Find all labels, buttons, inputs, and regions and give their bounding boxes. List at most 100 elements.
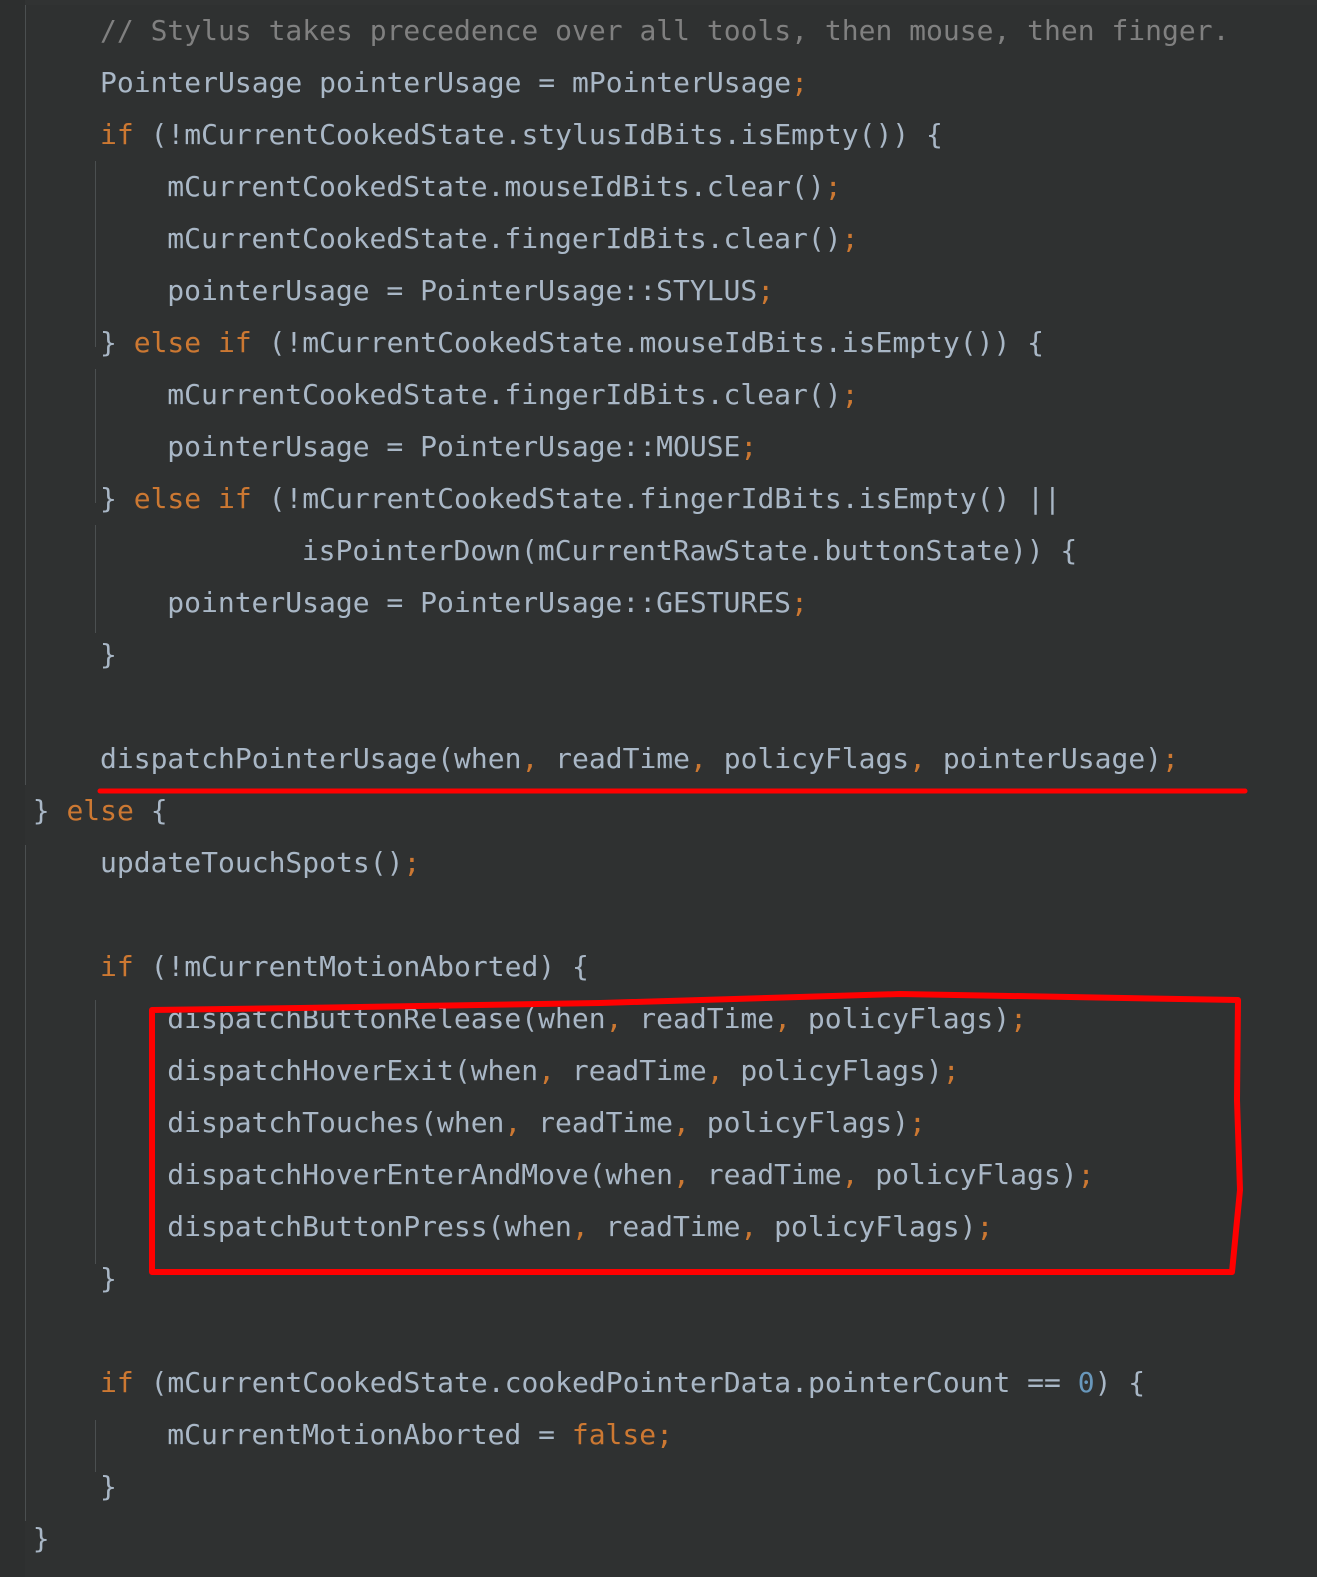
code-line[interactable] xyxy=(100,1305,117,1357)
code-token: } xyxy=(100,482,134,515)
code-token: ; xyxy=(791,586,808,619)
code-token: , xyxy=(740,1210,758,1243)
code-token: readTime xyxy=(588,1210,741,1243)
code-token: mCurrentCookedState.fingerIdBits.clear() xyxy=(167,378,842,411)
code-line[interactable]: dispatchButtonPress(when, readTime, poli… xyxy=(167,1201,993,1253)
code-token: else if xyxy=(133,326,252,359)
code-token: (!mCurrentCookedState.mouseIdBits.isEmpt… xyxy=(251,326,1045,359)
code-token: (!mCurrentCookedState.fingerIdBits.isEmp… xyxy=(251,482,1061,515)
code-line[interactable]: mCurrentCookedState.fingerIdBits.clear()… xyxy=(167,369,858,421)
code-line[interactable]: pointerUsage = PointerUsage::STYLUS; xyxy=(167,265,774,317)
indent-guide xyxy=(95,1420,96,1472)
code-line[interactable]: if (!mCurrentCookedState.stylusIdBits.is… xyxy=(100,109,943,161)
code-token: } xyxy=(100,326,134,359)
code-token: readTime xyxy=(555,1054,707,1087)
code-token: 0 xyxy=(1077,1366,1095,1399)
code-token: (!mCurrentMotionAborted) { xyxy=(133,950,589,983)
indent-guide xyxy=(25,845,26,1521)
code-token: if xyxy=(100,950,134,983)
code-token: mCurrentMotionAborted = xyxy=(167,1418,572,1451)
code-token: , xyxy=(774,1002,791,1035)
code-token: ; xyxy=(1162,742,1179,775)
code-line[interactable] xyxy=(100,681,117,733)
code-token: , xyxy=(909,742,927,775)
code-token: readTime xyxy=(538,742,691,775)
code-line[interactable]: } xyxy=(100,1253,117,1305)
code-token: , xyxy=(571,1210,589,1243)
code-line[interactable]: // Stylus takes precedence over all tool… xyxy=(100,5,1229,57)
code-line[interactable]: } else if (!mCurrentCookedState.fingerId… xyxy=(100,473,1061,525)
code-text-surface[interactable]: // Stylus takes precedence over all tool… xyxy=(0,5,1317,1577)
code-token: else if xyxy=(133,482,252,515)
code-line[interactable]: mCurrentMotionAborted = false; xyxy=(167,1409,673,1461)
code-token: } xyxy=(32,794,67,827)
code-line[interactable]: } xyxy=(100,1461,117,1513)
indent-guide xyxy=(95,1000,96,1264)
code-line[interactable]: dispatchTouches(when, readTime, policyFl… xyxy=(167,1097,926,1149)
code-token: pointerUsage = PointerUsage::STYLUS xyxy=(167,274,758,307)
code-line[interactable]: pointerUsage = PointerUsage::GESTURES; xyxy=(167,577,808,629)
code-line[interactable]: } xyxy=(100,629,117,681)
code-token: updateTouchSpots() xyxy=(100,846,404,879)
code-token: } xyxy=(100,1262,117,1295)
code-token: ; xyxy=(976,1210,994,1243)
code-token: dispatchButtonRelease(when xyxy=(167,1002,606,1035)
code-line[interactable]: updateTouchSpots(); xyxy=(100,837,420,889)
code-token: readTime xyxy=(622,1002,775,1035)
code-token: ; xyxy=(656,1418,673,1451)
code-line[interactable]: } else { xyxy=(33,785,168,837)
code-token: if xyxy=(100,1366,134,1399)
code-token: ; xyxy=(841,378,859,411)
code-line[interactable]: mCurrentCookedState.fingerIdBits.clear()… xyxy=(167,213,858,265)
code-token: pointerUsage) xyxy=(926,742,1163,775)
code-line[interactable]: PointerUsage pointerUsage = mPointerUsag… xyxy=(100,57,808,109)
code-token: mCurrentCookedState.mouseIdBits.clear() xyxy=(167,170,825,203)
code-line[interactable]: if (mCurrentCookedState.cookedPointerDat… xyxy=(100,1357,1145,1409)
code-token: dispatchButtonPress(when xyxy=(167,1210,572,1243)
code-token: ; xyxy=(824,170,842,203)
code-token: dispatchHoverExit(when xyxy=(167,1054,539,1087)
code-token: dispatchHoverEnterAndMove(when xyxy=(167,1158,673,1191)
code-token: , xyxy=(605,1002,623,1035)
code-editor-viewport[interactable]: // Stylus takes precedence over all tool… xyxy=(0,0,1317,1577)
code-line[interactable]: } xyxy=(33,1513,50,1565)
code-token: readTime xyxy=(689,1158,842,1191)
code-token: , xyxy=(673,1158,690,1191)
code-line[interactable]: dispatchHoverExit(when, readTime, policy… xyxy=(167,1045,959,1097)
code-token: mCurrentCookedState.fingerIdBits.clear() xyxy=(167,222,842,255)
code-token: , xyxy=(521,742,539,775)
code-token: ; xyxy=(942,1054,960,1087)
code-line[interactable]: if (!mCurrentMotionAborted) { xyxy=(100,941,589,993)
code-token: // Stylus takes precedence over all tool… xyxy=(100,14,1230,47)
code-line[interactable]: dispatchButtonRelease(when, readTime, po… xyxy=(167,993,1027,1045)
code-line[interactable]: } else if (!mCurrentCookedState.mouseIdB… xyxy=(100,317,1044,369)
code-token: dispatchPointerUsage(when xyxy=(100,742,522,775)
code-token: } xyxy=(100,1470,117,1503)
code-line[interactable]: pointerUsage = PointerUsage::MOUSE; xyxy=(167,421,757,473)
code-token: false xyxy=(571,1418,657,1451)
code-token: } xyxy=(32,1522,50,1555)
code-token: ; xyxy=(1010,1002,1028,1035)
code-token: pointerUsage = PointerUsage::GESTURES xyxy=(167,586,791,619)
code-token: ; xyxy=(841,222,859,255)
code-line[interactable]: dispatchHoverEnterAndMove(when, readTime… xyxy=(167,1149,1094,1201)
code-token: PointerUsage pointerUsage = mPointerUsag… xyxy=(100,66,792,99)
code-token: ) { xyxy=(1094,1366,1146,1399)
code-token: policyFlags) xyxy=(757,1210,977,1243)
code-token: , xyxy=(504,1106,522,1139)
code-token: isPointerDown(mCurrentRawState.buttonSta… xyxy=(301,534,1078,567)
code-line[interactable]: isPointerDown(mCurrentRawState.buttonSta… xyxy=(302,525,1077,577)
indent-guide xyxy=(95,161,96,347)
code-line[interactable]: dispatchPointerUsage(when, readTime, pol… xyxy=(100,733,1179,785)
code-token: policyFlags) xyxy=(858,1158,1078,1191)
code-token: (mCurrentCookedState.cookedPointerData.p… xyxy=(133,1366,1078,1399)
code-token: policyFlags xyxy=(706,742,910,775)
indent-guide xyxy=(25,5,26,785)
indent-guide xyxy=(95,525,96,633)
code-token: policyFlags) xyxy=(791,1002,1011,1035)
code-token: pointerUsage = PointerUsage::MOUSE xyxy=(167,430,741,463)
code-line[interactable] xyxy=(100,889,117,941)
code-token: ; xyxy=(403,846,421,879)
code-line[interactable]: mCurrentCookedState.mouseIdBits.clear(); xyxy=(167,161,841,213)
code-token: , xyxy=(841,1158,859,1191)
